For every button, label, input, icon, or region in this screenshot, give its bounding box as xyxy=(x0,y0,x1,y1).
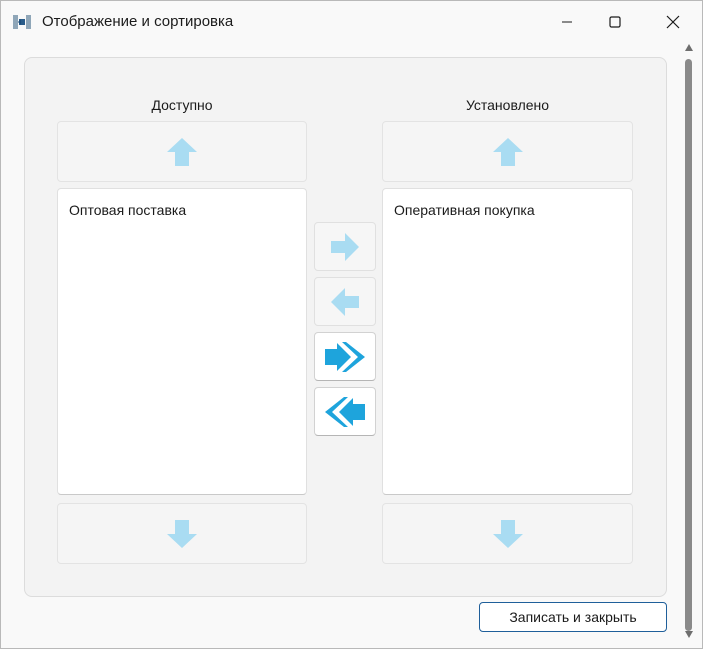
vertical-scrollbar[interactable] xyxy=(682,43,696,645)
installed-move-down-button[interactable] xyxy=(382,503,633,564)
installed-move-up-button[interactable] xyxy=(382,121,633,182)
installed-list[interactable]: Оперативная покупка xyxy=(382,188,633,495)
arrow-up-icon xyxy=(492,137,523,166)
dialog-window: Отображение и сортировка Доступно Оптова… xyxy=(0,0,703,649)
close-icon xyxy=(666,15,680,29)
minimize-button[interactable] xyxy=(543,1,591,43)
maximize-icon xyxy=(609,16,621,28)
double-arrow-left-icon xyxy=(325,396,365,427)
arrow-down-icon xyxy=(167,519,197,548)
title-bar[interactable]: Отображение и сортировка xyxy=(1,1,702,43)
scroll-down-icon[interactable] xyxy=(684,629,694,639)
close-button[interactable] xyxy=(649,1,697,43)
double-arrow-right-icon xyxy=(325,341,365,372)
scroll-thumb[interactable] xyxy=(685,59,692,631)
arrow-left-icon xyxy=(331,287,359,316)
save-and-close-button[interactable]: Записать и закрыть xyxy=(479,602,667,632)
arrow-right-icon xyxy=(331,232,359,261)
app-logo-icon xyxy=(12,12,32,32)
minimize-icon xyxy=(562,21,572,23)
installed-title: Установлено xyxy=(465,97,550,113)
maximize-button[interactable] xyxy=(591,1,639,43)
list-item[interactable]: Оперативная покупка xyxy=(394,202,535,218)
move-left-button[interactable] xyxy=(314,277,376,326)
scroll-up-icon[interactable] xyxy=(684,43,694,53)
arrow-down-icon xyxy=(492,519,523,548)
move-right-button[interactable] xyxy=(314,222,376,271)
move-all-left-button[interactable] xyxy=(314,387,376,436)
available-move-down-button[interactable] xyxy=(57,503,307,564)
available-list[interactable]: Оптовая поставка xyxy=(57,188,307,495)
available-title: Доступно xyxy=(151,97,213,113)
arrow-up-icon xyxy=(167,137,197,166)
move-all-right-button[interactable] xyxy=(314,332,376,381)
window-title: Отображение и сортировка xyxy=(42,13,234,30)
list-item[interactable]: Оптовая поставка xyxy=(69,202,186,218)
available-move-up-button[interactable] xyxy=(57,121,307,182)
